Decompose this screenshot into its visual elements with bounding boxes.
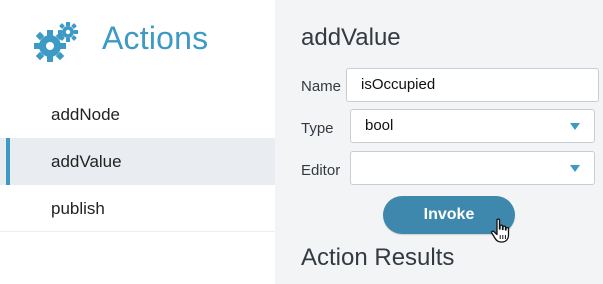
action-detail-panel: addValue Name isOccupied Type bool Edito… bbox=[275, 0, 603, 284]
sidebar-item-label: addNode bbox=[51, 105, 121, 124]
name-field[interactable]: isOccupied bbox=[346, 68, 599, 102]
hand-cursor-icon bbox=[490, 218, 510, 243]
actions-app: Actions addNode addValue publish addValu… bbox=[0, 0, 603, 284]
editor-label: Editor bbox=[301, 162, 341, 179]
sidebar: Actions addNode addValue publish bbox=[0, 0, 275, 284]
name-value: isOccupied bbox=[361, 76, 436, 93]
panel-title: addValue bbox=[301, 24, 401, 51]
sidebar-item-addnode[interactable]: addNode bbox=[0, 91, 275, 138]
type-label: Type bbox=[301, 120, 334, 137]
name-label: Name bbox=[301, 78, 342, 95]
actions-list: addNode addValue publish bbox=[0, 91, 275, 232]
sidebar-title: Actions bbox=[102, 20, 209, 56]
chevron-down-icon bbox=[570, 165, 580, 172]
sidebar-item-addvalue[interactable]: addValue bbox=[0, 138, 275, 185]
divider bbox=[0, 231, 275, 232]
gears-icon bbox=[34, 22, 78, 62]
type-value: bool bbox=[365, 117, 394, 134]
sidebar-item-label: addValue bbox=[51, 152, 122, 171]
chevron-down-icon bbox=[570, 123, 580, 130]
sidebar-item-label: publish bbox=[51, 199, 105, 218]
action-results-heading: Action Results bbox=[301, 244, 455, 271]
type-select[interactable]: bool bbox=[350, 109, 595, 143]
sidebar-item-publish[interactable]: publish bbox=[0, 185, 275, 232]
sidebar-header: Actions bbox=[0, 0, 275, 88]
editor-select[interactable] bbox=[350, 151, 595, 185]
